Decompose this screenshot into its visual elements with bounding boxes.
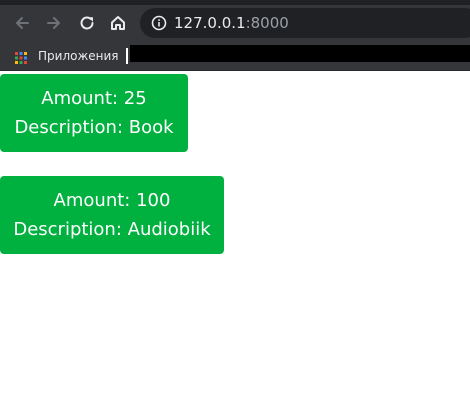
item-card: Amount: 100 Description: Audiobiik <box>0 176 224 254</box>
browser-toolbar: 127.0.0.1:8000 <box>0 0 470 44</box>
reload-button[interactable] <box>76 12 98 34</box>
bookmarks-separator <box>126 48 128 64</box>
back-arrow-icon <box>16 17 29 29</box>
bookmark-apps[interactable]: Приложения <box>38 48 119 64</box>
url-text[interactable]: 127.0.0.1:8000 <box>174 13 289 33</box>
url-port: :8000 <box>245 14 289 32</box>
redacted-bookmarks <box>130 45 470 62</box>
description-text: Description: Audiobiik <box>13 219 211 240</box>
home-icon <box>111 16 125 30</box>
url-host: 127.0.0.1 <box>174 14 246 32</box>
reload-icon <box>80 16 94 30</box>
tab-strip-edge <box>0 0 470 5</box>
back-button[interactable] <box>11 12 33 34</box>
amount-text: Amount: 100 <box>53 190 171 211</box>
forward-arrow-icon <box>47 17 60 29</box>
item-card: Amount: 25 Description: Book <box>0 74 188 152</box>
home-button[interactable] <box>107 12 129 34</box>
forward-button[interactable] <box>43 12 65 34</box>
apps-grid-icon[interactable] <box>15 52 27 64</box>
description-text: Description: Book <box>14 117 174 138</box>
amount-text: Amount: 25 <box>41 88 147 109</box>
info-icon[interactable] <box>151 15 167 31</box>
